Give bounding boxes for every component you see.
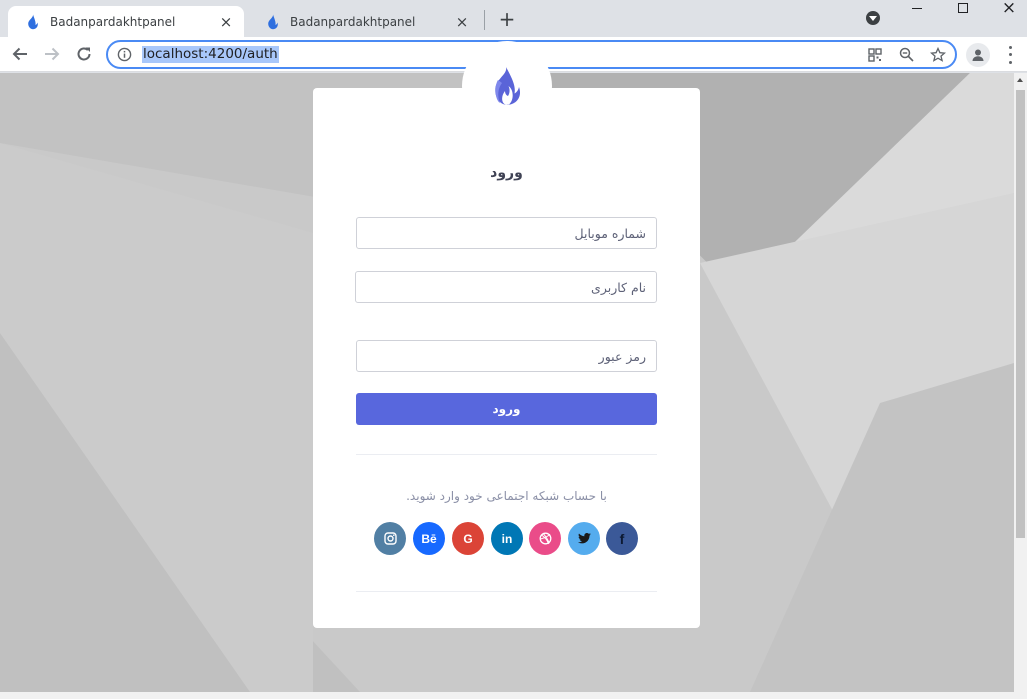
instagram-icon	[383, 532, 397, 545]
logo-badge	[462, 41, 552, 131]
minimize-button[interactable]	[902, 0, 932, 18]
scroll-up-arrow-icon[interactable]	[1017, 78, 1023, 82]
flame-icon	[28, 14, 38, 29]
url-text[interactable]: localhost:4200/auth	[142, 46, 279, 63]
dribbble-icon	[539, 532, 551, 545]
tab-search-icon[interactable]	[866, 11, 880, 25]
social-login-text: با حساب شبکه اجتماعی خود وارد شوید.	[406, 489, 607, 503]
browser-menu-icon[interactable]	[1002, 44, 1018, 66]
profile-avatar-icon[interactable]	[966, 43, 990, 67]
login-title: ورود	[490, 165, 523, 181]
behance-button[interactable]: Bē	[413, 522, 445, 555]
facebook-button[interactable]: f	[606, 522, 638, 555]
window-close-button[interactable]: ×	[994, 0, 1024, 18]
tab-title: Badanpardakhtpanel	[50, 14, 176, 29]
twitter-button[interactable]	[568, 522, 600, 555]
tab-title: Badanpardakhtpanel	[290, 14, 416, 29]
bookmark-star-icon[interactable]	[929, 46, 946, 63]
instagram-button[interactable]	[374, 522, 406, 555]
password-field[interactable]	[356, 340, 657, 372]
tab-close-icon[interactable]: ×	[218, 14, 234, 30]
facebook-icon: f	[619, 530, 625, 547]
site-info-icon[interactable]	[117, 47, 132, 62]
back-arrow-icon[interactable]	[8, 42, 32, 66]
linkedin-icon: in	[501, 531, 513, 546]
google-icon: G	[463, 531, 473, 546]
forward-arrow-icon[interactable]	[40, 42, 64, 66]
vertical-scrollbar[interactable]	[1014, 73, 1027, 692]
horizontal-scrollbar[interactable]	[0, 692, 1027, 699]
flame-logo-icon	[495, 67, 521, 105]
behance-icon: Bē	[421, 531, 437, 546]
qr-code-icon[interactable]	[866, 46, 883, 63]
mobile-field[interactable]	[356, 217, 657, 249]
divider	[356, 454, 657, 455]
new-tab-button[interactable]: +	[496, 8, 518, 30]
tab-inactive[interactable]: Badanpardakhtpanel ×	[248, 6, 480, 37]
google-button[interactable]: G	[452, 522, 484, 555]
tab-close-icon[interactable]: ×	[454, 14, 470, 30]
linkedin-button[interactable]: in	[491, 522, 523, 555]
divider	[356, 591, 657, 592]
login-button[interactable]: ورود	[356, 393, 657, 425]
flame-icon	[268, 14, 278, 29]
dribbble-button[interactable]	[529, 522, 561, 555]
reload-icon[interactable]	[72, 42, 96, 66]
tab-active[interactable]: Badanpardakhtpanel ×	[8, 6, 244, 37]
twitter-icon	[577, 533, 591, 544]
tab-separator	[484, 10, 485, 30]
scrollbar-thumb[interactable]	[1016, 90, 1025, 538]
username-field[interactable]	[355, 271, 657, 303]
zoom-out-icon[interactable]	[898, 46, 915, 63]
maximize-button[interactable]	[948, 0, 978, 18]
tab-strip: Badanpardakhtpanel × Badanpardakhtpanel …	[0, 0, 1027, 37]
